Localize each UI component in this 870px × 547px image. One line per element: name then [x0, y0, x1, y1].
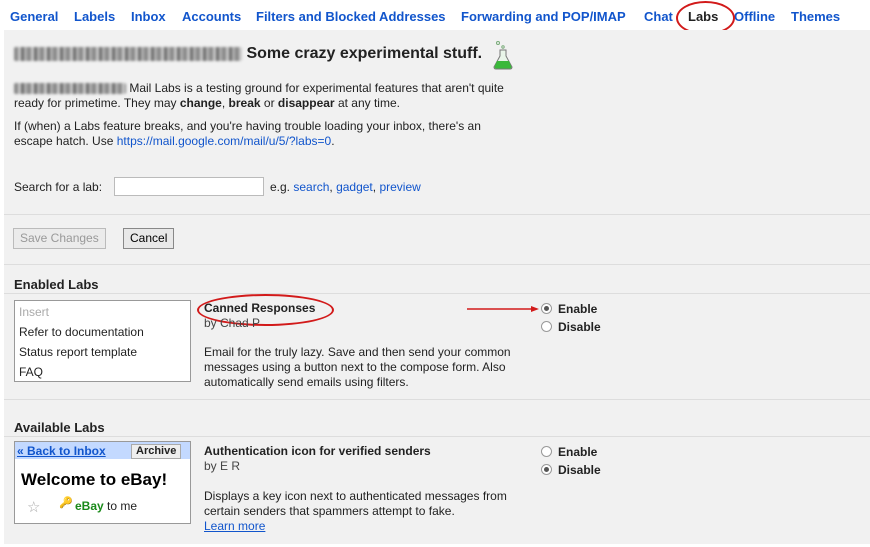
- enable-radio[interactable]: [541, 303, 552, 314]
- save-changes-button[interactable]: Save Changes: [13, 228, 106, 249]
- tab-accounts[interactable]: Accounts: [182, 9, 241, 24]
- escape-hatch-paragraph: If (when) a Labs feature breaks, and you…: [14, 119, 481, 148]
- preview-sender: eBay to me: [75, 499, 138, 513]
- list-item[interactable]: Refer to documentation: [19, 325, 144, 339]
- tab-general[interactable]: General: [10, 9, 58, 24]
- tab-chat[interactable]: Chat: [644, 9, 673, 24]
- divider: [4, 436, 870, 437]
- lab-title: Authentication icon for verified senders: [204, 444, 431, 458]
- redacted-account-name: [14, 46, 242, 61]
- divider: [4, 293, 870, 294]
- tab-offline[interactable]: Offline: [734, 9, 775, 24]
- learn-more-link[interactable]: Learn more: [204, 519, 265, 533]
- intro-paragraph: Mail Labs is a testing ground for experi…: [14, 81, 504, 110]
- search-examples: e.g. search, gadget, preview: [270, 180, 421, 194]
- tab-inbox[interactable]: Inbox: [131, 9, 166, 24]
- lab-description: Displays a key icon next to authenticate…: [204, 489, 507, 533]
- preview-back-link: « Back to Inbox: [17, 444, 106, 458]
- star-icon: ☆: [27, 499, 41, 516]
- disable-label: Disable: [558, 463, 601, 477]
- tab-labels[interactable]: Labels: [74, 9, 115, 24]
- tab-filters[interactable]: Filters and Blocked Addresses: [256, 9, 446, 24]
- lab-author: by Chad P: [204, 316, 261, 330]
- divider: [4, 399, 870, 400]
- canned-responses-list[interactable]: Insert Refer to documentation Status rep…: [14, 300, 191, 382]
- key-icon: 🔑: [59, 497, 73, 509]
- lab-title: Canned Responses: [204, 301, 316, 315]
- example-gadget-link[interactable]: gadget: [336, 180, 373, 194]
- enable-label: Enable: [558, 445, 598, 459]
- enable-label: Enable: [558, 302, 598, 316]
- disable-radio[interactable]: [541, 464, 552, 475]
- tab-themes[interactable]: Themes: [791, 9, 840, 24]
- lab-description: Email for the truly lazy. Save and then …: [204, 345, 511, 389]
- settings-tabs: General Labels Inbox Accounts Filters an…: [0, 0, 870, 30]
- flask-icon: [493, 41, 513, 70]
- preview-archive-button: Archive: [131, 444, 182, 459]
- lab-author: by E R: [204, 459, 241, 473]
- list-item[interactable]: FAQ: [19, 365, 43, 379]
- tab-forwarding[interactable]: Forwarding and POP/IMAP: [461, 9, 626, 24]
- lab-preview-image: « Back to Inbox Archive Welcome to eBay!…: [14, 441, 191, 524]
- available-labs-heading: Available Labs: [14, 420, 105, 435]
- divider: [4, 264, 870, 265]
- escape-hatch-link[interactable]: https://mail.google.com/mail/u/5/?labs=0: [117, 134, 331, 148]
- example-preview-link[interactable]: preview: [379, 180, 420, 194]
- enabled-labs-heading: Enabled Labs: [14, 277, 99, 292]
- preview-subject: Welcome to eBay!: [21, 470, 168, 489]
- search-lab-input[interactable]: [114, 177, 264, 196]
- enable-radio[interactable]: [541, 446, 552, 457]
- disable-radio[interactable]: [541, 321, 552, 332]
- divider: [4, 214, 870, 215]
- disable-label: Disable: [558, 320, 601, 334]
- list-item[interactable]: Status report template: [19, 345, 137, 359]
- page-title: Some crazy experimental stuff.: [14, 45, 482, 63]
- redacted-name: [14, 83, 126, 95]
- example-search-link[interactable]: search: [293, 180, 329, 194]
- list-item[interactable]: Insert: [19, 305, 49, 319]
- search-label: Search for a lab:: [14, 180, 103, 194]
- cancel-button[interactable]: Cancel: [123, 228, 175, 249]
- tab-labs[interactable]: Labs: [688, 9, 718, 24]
- arrow-icon: [467, 306, 539, 312]
